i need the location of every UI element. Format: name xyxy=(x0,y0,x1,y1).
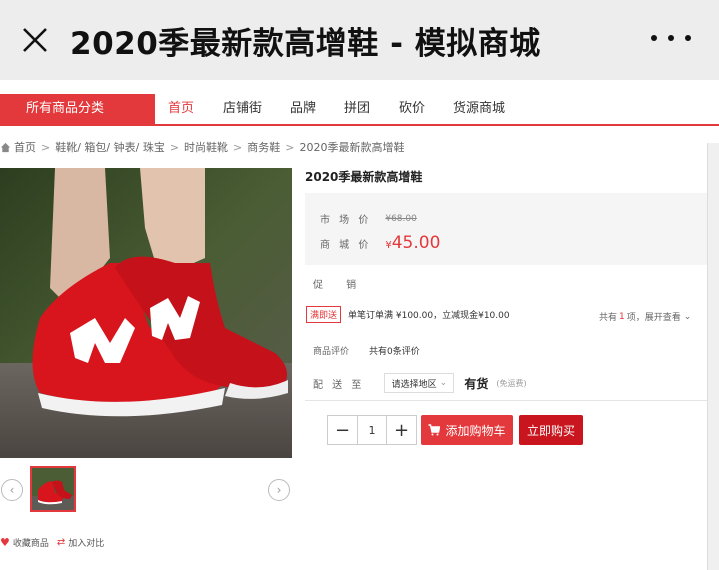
review-label: 商品评价 xyxy=(313,347,350,357)
breadcrumb: 首页 > 鞋靴/ 箱包/ 钟表/ 珠宝 > 时尚鞋靴 > 商务鞋 > 2020季… xyxy=(0,139,404,155)
quantity-minus-button[interactable]: − xyxy=(328,416,358,444)
buy-now-label: 立即购买 xyxy=(526,423,575,438)
app-bar: 2020季最新款高增鞋 - 模拟商城 xyxy=(0,0,719,80)
promo-tag: 满即送 xyxy=(306,306,342,323)
nav-item-supply-mall[interactable]: 货源商城 xyxy=(453,94,505,124)
review-text[interactable]: 共有0条评价 xyxy=(369,344,420,357)
gallery-prev-button[interactable]: ‹ xyxy=(1,479,23,501)
close-icon xyxy=(23,28,47,52)
gallery-next-button[interactable]: › xyxy=(268,479,290,501)
nav-item-group-buy[interactable]: 拼团 xyxy=(344,94,370,124)
promo-expand-link[interactable]: 项，展开查看 xyxy=(627,310,681,323)
breadcrumb-category[interactable]: 鞋靴/ 箱包/ 钟表/ 珠宝 xyxy=(55,139,165,155)
chevron-right-icon: › xyxy=(276,483,282,497)
favorite-link[interactable]: 收藏商品 xyxy=(13,536,49,549)
region-select[interactable]: 请选择地区 ⌄ xyxy=(384,373,455,393)
market-price-label: 市 场 价 xyxy=(320,215,372,226)
promo-label: 促 销 xyxy=(313,280,367,291)
window-title: 2020季最新款高增鞋 - 模拟商城 xyxy=(70,25,541,62)
market-price: ¥68.00 xyxy=(385,213,417,224)
region-select-label: 请选择地区 xyxy=(391,379,437,390)
close-button[interactable] xyxy=(0,0,70,80)
add-to-cart-button[interactable]: 添加购物车 xyxy=(421,415,513,445)
nav-item-bargain[interactable]: 砍价 xyxy=(399,94,425,124)
small-actions: ♥ 收藏商品 ⇄ 加入对比 xyxy=(0,536,104,549)
ship-label: 配 送 至 xyxy=(313,379,365,391)
thumbnail-1[interactable] xyxy=(30,466,76,512)
chevron-left-icon: ‹ xyxy=(9,483,15,497)
thumbnail-strip: ‹ › xyxy=(0,466,292,516)
promo-count-prefix: 共有 xyxy=(599,313,618,323)
nav-item-stores[interactable]: 店铺街 xyxy=(223,94,262,124)
quantity-input[interactable]: 1 xyxy=(358,416,386,444)
top-nav: 所有商品分类 首页 店铺街 品牌 拼团 砍价 货源商城 xyxy=(0,94,719,126)
minus-icon: − xyxy=(334,419,351,441)
nav-item-home[interactable]: 首页 xyxy=(168,94,194,124)
price-box: 市 场 价 ¥68.00 商 城 价 ¥ 45.00 xyxy=(305,193,717,265)
cart-icon xyxy=(428,424,441,436)
plus-icon: + xyxy=(393,419,410,441)
quantity-plus-button[interactable]: + xyxy=(386,416,416,444)
product-name: 2020季最新款高增鞋 xyxy=(305,170,423,184)
compare-link[interactable]: 加入对比 xyxy=(68,536,104,549)
mall-price-label: 商 城 价 xyxy=(320,239,372,251)
all-categories-button[interactable]: 所有商品分类 xyxy=(0,94,155,124)
heart-icon: ♥ xyxy=(0,536,10,549)
chevron-down-icon: ⌄ xyxy=(439,378,448,388)
breadcrumb-leaf-category[interactable]: 商务鞋 xyxy=(247,139,280,155)
compare-icon: ⇄ xyxy=(56,537,66,548)
promo-text: 单笔订单满 ¥100.00，立减现金¥10.00 xyxy=(348,311,510,321)
breadcrumb-product: 2020季最新款高增鞋 xyxy=(299,141,405,154)
promo-count: 1 xyxy=(619,311,625,322)
divider xyxy=(305,400,717,401)
stock-status: 有货 xyxy=(464,376,489,391)
product-main-image[interactable] xyxy=(0,168,292,458)
breadcrumb-home[interactable]: 首页 xyxy=(14,139,36,155)
home-icon xyxy=(0,142,11,152)
scrollbar[interactable] xyxy=(707,143,719,570)
nav-item-brands[interactable]: 品牌 xyxy=(290,94,316,124)
mall-price: 45.00 xyxy=(391,233,441,253)
add-to-cart-label: 添加购物车 xyxy=(445,423,506,438)
shipping-note: (免运费) xyxy=(496,378,527,388)
buy-now-button[interactable]: 立即购买 xyxy=(519,415,583,445)
chevron-down-icon: ⌄ xyxy=(683,311,692,322)
quantity-stepper: − 1 + xyxy=(327,415,417,445)
more-button[interactable] xyxy=(651,28,691,48)
breadcrumb-subcategory[interactable]: 时尚鞋靴 xyxy=(184,139,228,155)
more-icon xyxy=(651,35,657,41)
